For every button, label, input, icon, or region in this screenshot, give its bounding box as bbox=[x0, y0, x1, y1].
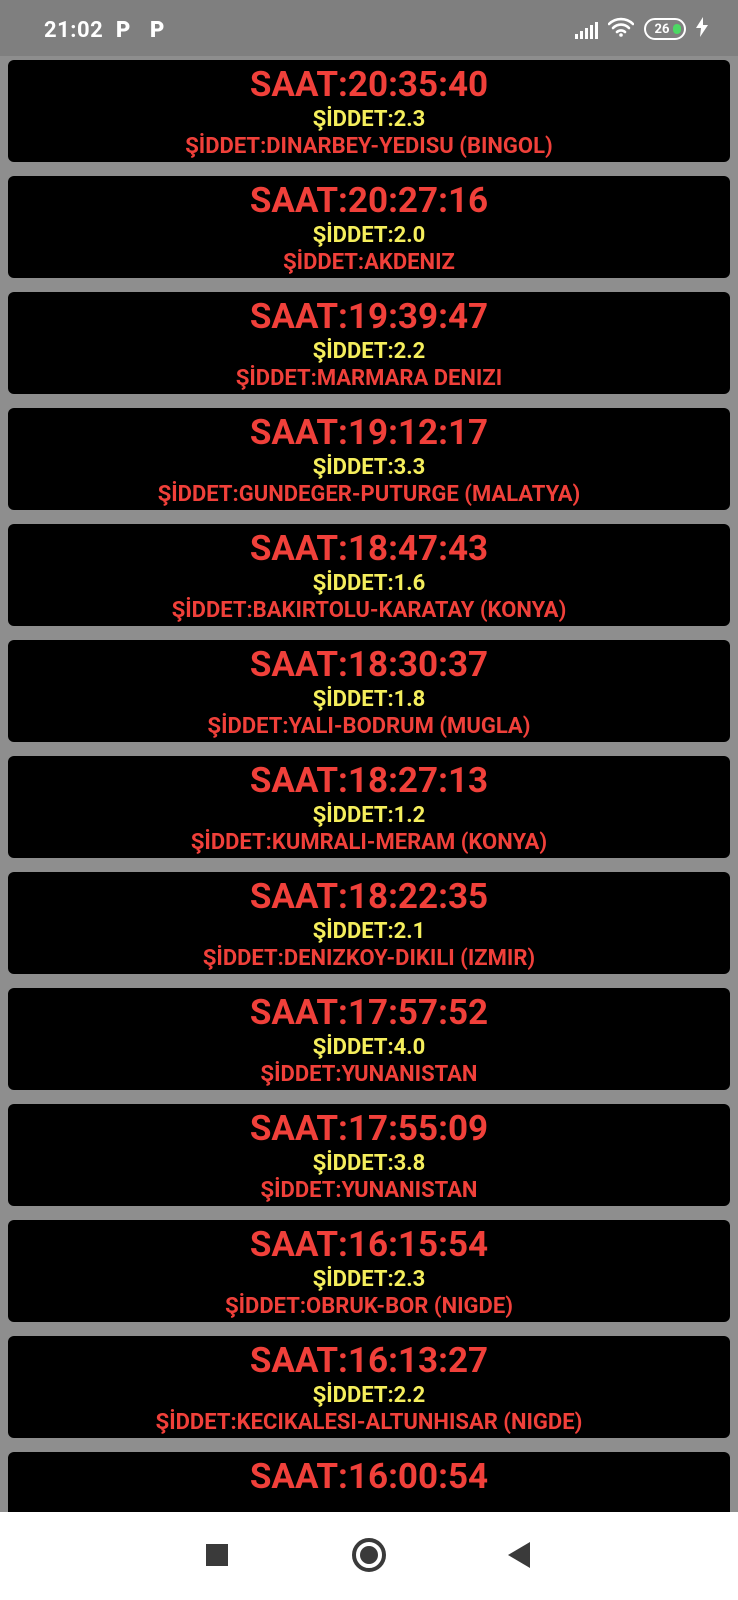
earthquake-magnitude: ŞİDDET:3.8 bbox=[312, 1151, 426, 1176]
navigation-bar bbox=[0, 1512, 738, 1600]
earthquake-card[interactable]: SAAT:16:00:54 bbox=[8, 1452, 730, 1512]
earthquake-location: ŞİDDET:BAKIRTOLU-KARATAY (KONYA) bbox=[171, 598, 567, 623]
earthquake-magnitude: ŞİDDET:1.8 bbox=[312, 687, 426, 712]
battery-icon: 26 bbox=[644, 18, 686, 40]
earthquake-location: ŞİDDET:GUNDEGER-PUTURGE (MALATYA) bbox=[157, 482, 581, 507]
earthquake-card[interactable]: SAAT:16:13:27 ŞİDDET:2.2 ŞİDDET:KECIKALESI… bbox=[8, 1336, 730, 1438]
parking-notification-icon: P bbox=[150, 18, 165, 43]
earthquake-time: SAAT:19:39:47 bbox=[249, 296, 489, 337]
wifi-icon bbox=[607, 17, 635, 41]
home-icon[interactable] bbox=[352, 1538, 386, 1572]
earthquake-time: SAAT:17:55:09 bbox=[249, 1108, 489, 1149]
parking-notification-icon: P bbox=[116, 18, 131, 43]
earthquake-magnitude: ŞİDDET:4.0 bbox=[312, 1035, 426, 1060]
earthquake-magnitude: ŞİDDET:1.2 bbox=[312, 803, 426, 828]
earthquake-magnitude: ŞİDDET:2.3 bbox=[312, 1267, 426, 1292]
earthquake-magnitude: ŞİDDET:2.1 bbox=[312, 919, 426, 944]
status-bar: 21:02 P P 26 bbox=[0, 0, 738, 56]
earthquake-card[interactable]: SAAT:18:30:37 ŞİDDET:1.8 ŞİDDET:YALI-BODRU… bbox=[8, 640, 730, 742]
earthquake-card[interactable]: SAAT:17:55:09 ŞİDDET:3.8 ŞİDDET:YUNANISTAN bbox=[8, 1104, 730, 1206]
earthquake-magnitude: ŞİDDET:3.3 bbox=[312, 455, 426, 480]
earthquake-location: ŞİDDET:KUMRALI-MERAM (KONYA) bbox=[190, 830, 548, 855]
earthquake-time: SAAT:18:30:37 bbox=[249, 644, 489, 685]
battery-level: 26 bbox=[654, 21, 670, 37]
signal-icon bbox=[575, 19, 598, 39]
earthquake-card[interactable]: SAAT:19:39:47 ŞİDDET:2.2 ŞİDDET:MARMARA DE… bbox=[8, 292, 730, 394]
earthquake-time: SAAT:18:22:35 bbox=[249, 876, 489, 917]
status-time: 21:02 bbox=[44, 18, 104, 43]
earthquake-time: SAAT:18:47:43 bbox=[249, 528, 489, 569]
earthquake-time: SAAT:19:12:17 bbox=[249, 412, 489, 453]
earthquake-magnitude: ŞİDDET:1.6 bbox=[312, 571, 426, 596]
back-icon[interactable] bbox=[508, 1542, 530, 1568]
earthquake-location: ŞİDDET:DINARBEY-YEDISU (BINGOL) bbox=[185, 134, 553, 159]
earthquake-card[interactable]: SAAT:20:35:40 ŞİDDET:2.3 ŞİDDET:DINARBEY-Y… bbox=[8, 60, 730, 162]
earthquake-location: ŞİDDET:OBRUK-BOR (NIGDE) bbox=[225, 1294, 513, 1319]
earthquake-magnitude: ŞİDDET:2.2 bbox=[312, 1383, 426, 1408]
earthquake-card[interactable]: SAAT:20:27:16 ŞİDDET:2.0 ŞİDDET:AKDENIZ bbox=[8, 176, 730, 278]
status-icons: 26 bbox=[575, 17, 708, 41]
earthquake-list[interactable]: SAAT:20:35:40 ŞİDDET:2.3 ŞİDDET:DINARBEY-Y… bbox=[8, 60, 730, 1512]
earthquake-time: SAAT:16:00:54 bbox=[249, 1456, 489, 1497]
earthquake-time: SAAT:17:57:52 bbox=[249, 992, 489, 1033]
earthquake-location: ŞİDDET:KECIKALESI-ALTUNHISAR (NIGDE) bbox=[155, 1410, 583, 1435]
earthquake-card[interactable]: SAAT:19:12:17 ŞİDDET:3.3 ŞİDDET:GUNDEGER-P… bbox=[8, 408, 730, 510]
earthquake-magnitude bbox=[8, 1498, 730, 1512]
earthquake-location: ŞİDDET:YUNANISTAN bbox=[260, 1178, 478, 1203]
earthquake-location: ŞİDDET:YALI-BODRUM (MUGLA) bbox=[207, 714, 531, 739]
earthquake-card[interactable]: SAAT:16:15:54 ŞİDDET:2.3 ŞİDDET:OBRUK-BOR … bbox=[8, 1220, 730, 1322]
earthquake-magnitude: ŞİDDET:2.0 bbox=[312, 223, 426, 248]
earthquake-time: SAAT:16:13:27 bbox=[249, 1340, 489, 1381]
earthquake-time: SAAT:18:27:13 bbox=[249, 760, 489, 801]
earthquake-card[interactable]: SAAT:18:47:43 ŞİDDET:1.6 ŞİDDET:BAKIRTOLU-… bbox=[8, 524, 730, 626]
earthquake-card[interactable]: SAAT:17:57:52 ŞİDDET:4.0 ŞİDDET:YUNANISTAN bbox=[8, 988, 730, 1090]
earthquake-time: SAAT:20:27:16 bbox=[249, 180, 489, 221]
earthquake-card[interactable]: SAAT:18:27:13 ŞİDDET:1.2 ŞİDDET:KUMRALI-ME… bbox=[8, 756, 730, 858]
earthquake-time: SAAT:20:35:40 bbox=[249, 64, 489, 105]
recents-icon[interactable] bbox=[206, 1544, 228, 1566]
earthquake-magnitude: ŞİDDET:2.3 bbox=[312, 107, 426, 132]
charging-icon bbox=[696, 17, 708, 41]
earthquake-location: ŞİDDET:AKDENIZ bbox=[283, 250, 455, 275]
earthquake-time: SAAT:16:15:54 bbox=[249, 1224, 489, 1265]
earthquake-location: ŞİDDET:MARMARA DENIZI bbox=[235, 366, 503, 391]
earthquake-location: ŞİDDET:DENIZKOY-DIKILI (IZMIR) bbox=[202, 946, 536, 971]
earthquake-card[interactable]: SAAT:18:22:35 ŞİDDET:2.1 ŞİDDET:DENIZKOY-D… bbox=[8, 872, 730, 974]
earthquake-location: ŞİDDET:YUNANISTAN bbox=[260, 1062, 478, 1087]
earthquake-magnitude: ŞİDDET:2.2 bbox=[312, 339, 426, 364]
